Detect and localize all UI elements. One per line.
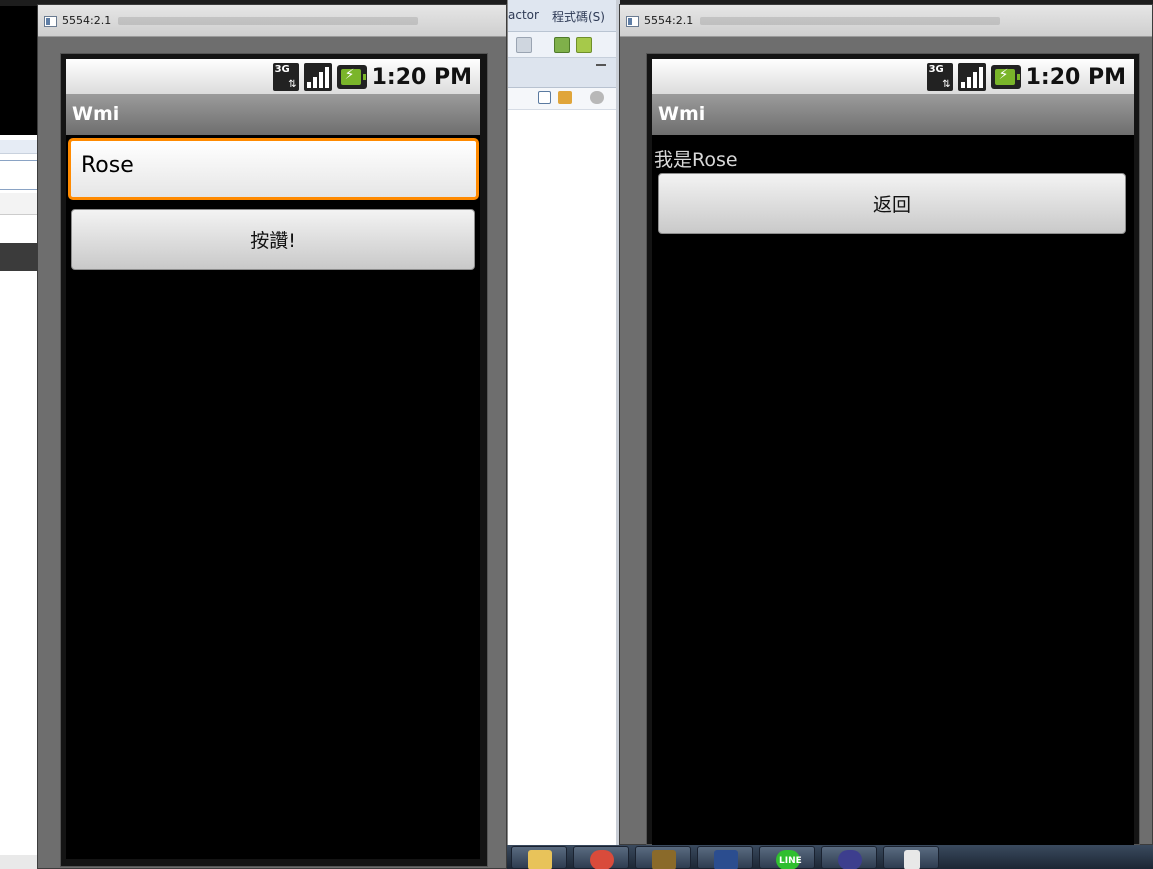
phone-screen-1: 3G ⇅ ⚡ 1:20 PM Wmi Rose 按讚! [66, 59, 480, 859]
taskbar-item-league[interactable] [697, 846, 753, 869]
app-title-bar: Wmi [66, 95, 480, 135]
chrome-icon [590, 850, 614, 869]
name-input[interactable]: Rose [68, 138, 479, 200]
taskbar-item-folder[interactable] [511, 846, 567, 869]
background-window-dark [0, 0, 40, 135]
ide-view-body [508, 110, 620, 845]
titlebar-blur [118, 17, 418, 25]
data-arrows-icon: ⇅ [288, 79, 297, 90]
battery-charging-icon: ⚡ [990, 65, 1021, 89]
battery-charging-icon: ⚡ [336, 65, 367, 89]
like-button[interactable]: 按讚! [71, 209, 475, 270]
status-bar: 3G ⇅ ⚡ 1:20 PM [652, 59, 1134, 95]
taskbar-item-eclipse[interactable] [821, 846, 877, 869]
phone-bezel: 3G ⇅ ⚡ 1:20 PM [646, 53, 1140, 845]
emulator-window-1: 5554:2.1 3G ⇅ ⚡ 1:20 PM Wmi Rose 按讚! [37, 4, 507, 869]
back-button-label: 返回 [872, 194, 911, 216]
desktop: actor 程式碼(S) 5554:2.1 3G ⇅ ⚡ 1:20 PM Wmi… [0, 0, 1153, 869]
game-icon [652, 850, 676, 869]
app-title-bar: Wmi [652, 95, 1134, 135]
status-bar: 3G ⇅ ⚡ 1:20 PM [66, 59, 480, 95]
back-button[interactable]: 返回 [658, 173, 1126, 234]
signal-icon [957, 63, 986, 91]
window-icon [626, 16, 639, 27]
minimize-icon[interactable] [596, 64, 606, 66]
greeting-text: 我是Rose [654, 149, 738, 171]
data-arrows-icon: ⇅ [942, 79, 951, 90]
view-menu-icon[interactable] [590, 91, 604, 104]
background-window-panel [0, 135, 40, 869]
app-title: Wmi [72, 103, 120, 125]
signal-icon [303, 63, 332, 91]
taskbar-item-document[interactable] [883, 846, 939, 869]
window-icon [44, 16, 57, 27]
app-title: Wmi [658, 103, 706, 125]
league-icon [714, 850, 738, 869]
menu-item-refactor[interactable]: actor [508, 8, 539, 22]
network-label: 3G [928, 64, 944, 75]
ide-menubar: actor 程式碼(S) [508, 0, 620, 32]
background-bar [0, 243, 40, 271]
line-icon-label: LINE [779, 856, 802, 866]
phone-bezel: 3G ⇅ ⚡ 1:20 PM [60, 53, 488, 867]
status-clock: 1:20 PM [1025, 64, 1126, 90]
document-icon [904, 850, 920, 869]
window-title: 5554:2.1 [62, 14, 112, 27]
collapse-all-icon[interactable] [538, 91, 551, 104]
ide-toolbar [508, 32, 620, 58]
emulator-window-2: 5554:2.1 3G ⇅ ⚡ 1:20 PM Wmi 我是Rose 返回 [619, 4, 1153, 845]
window-title: 5554:2.1 [644, 14, 694, 27]
like-button-label: 按讚! [250, 230, 296, 252]
network-3g-icon: 3G ⇅ [272, 63, 299, 91]
eclipse-icon [838, 850, 862, 869]
ide-window-fragment: actor 程式碼(S) [507, 0, 620, 845]
print-icon[interactable] [516, 37, 532, 53]
background-row [0, 140, 40, 154]
android-sdk-icon[interactable] [576, 37, 592, 53]
ide-view-toolbar [508, 88, 620, 110]
background-input-fragment [0, 160, 40, 190]
link-editor-icon[interactable] [558, 91, 572, 104]
windows-taskbar: LINE [507, 845, 1153, 869]
folder-icon [528, 850, 552, 869]
status-clock: 1:20 PM [371, 64, 472, 90]
emulator-titlebar[interactable]: 5554:2.1 [620, 5, 1152, 37]
background-row [0, 193, 40, 215]
download-icon[interactable] [554, 37, 570, 53]
menu-item-source[interactable]: 程式碼(S) [552, 8, 605, 25]
network-label: 3G [274, 64, 290, 75]
taskbar-item-game[interactable] [635, 846, 691, 869]
network-3g-icon: 3G ⇅ [926, 63, 953, 91]
emulator-titlebar[interactable]: 5554:2.1 [38, 5, 506, 37]
ide-tab-bar [508, 58, 620, 88]
taskbar-item-chrome[interactable] [573, 846, 629, 869]
phone-screen-2: 3G ⇅ ⚡ 1:20 PM Wmi 我是Rose 返回 [652, 59, 1134, 845]
titlebar-blur [700, 17, 1000, 25]
taskbar-item-line[interactable]: LINE [759, 846, 815, 869]
background-row [0, 855, 40, 869]
